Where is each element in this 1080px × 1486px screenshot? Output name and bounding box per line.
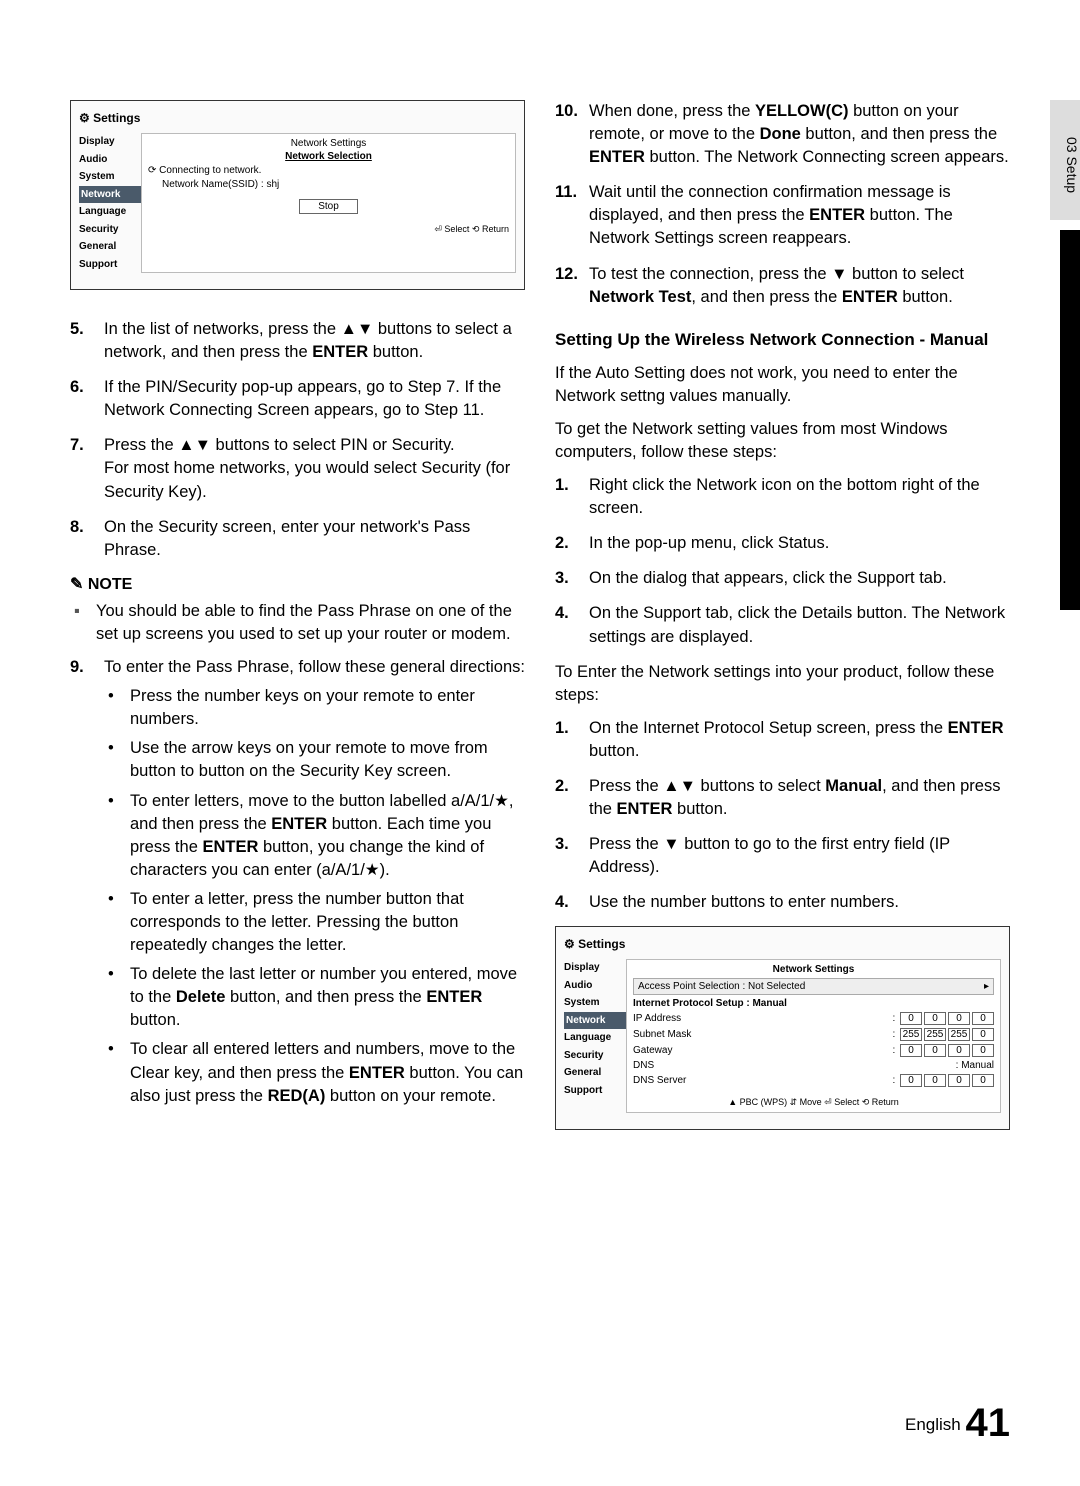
bullet-1: Press the number keys on your remote to … (104, 685, 525, 731)
screenshot-network-selection: Settings Display Audio System Network La… (70, 100, 525, 290)
para-3: To Enter the Network settings into your … (555, 661, 1010, 707)
step-7: 7.Press the ▲▼ buttons to select PIN or … (70, 434, 525, 503)
para-1: If the Auto Setting does not work, you n… (555, 362, 1010, 408)
ss2-footer: ▲ PBC (WPS) ⇵ Move ⏎ Select ⟲ Return (633, 1097, 994, 1108)
menu-security: Security (79, 221, 141, 239)
row-aps[interactable]: Access Point Selection : Not Selected▸ (633, 978, 994, 995)
menu-support: Support (79, 256, 141, 274)
row-dns-server: DNS Server : 0000 (633, 1074, 994, 1087)
ss1-footer: ⏎ Select ⟲ Return (148, 224, 509, 235)
right-column: 10.When done, press the YELLOW(C) button… (555, 100, 1010, 1158)
bullet-5: To delete the last letter or number you … (104, 963, 525, 1032)
para-2: To get the Network setting values from m… (555, 418, 1010, 464)
m2-general: General (564, 1064, 626, 1082)
menu-system: System (79, 168, 141, 186)
m2-system: System (564, 994, 626, 1012)
m2-audio: Audio (564, 977, 626, 995)
m2-language: Language (564, 1029, 626, 1047)
ss1-title: Settings (79, 111, 516, 125)
step-10: 10.When done, press the YELLOW(C) button… (555, 100, 1010, 169)
ss2-title: Settings (564, 937, 1001, 951)
ss2-panel: Network Settings Access Point Selection … (626, 959, 1001, 1113)
row-gateway: Gateway : 0000 (633, 1044, 994, 1057)
win-step-4: 4.On the Support tab, click the Details … (555, 602, 1010, 648)
prod-step-3: 3.Press the ▼ button to go to the first … (555, 833, 1010, 879)
ss1-connecting: ⟳ Connecting to network. (148, 165, 509, 176)
bullet-6: To clear all entered letters and numbers… (104, 1038, 525, 1107)
footer-lang: English (905, 1415, 961, 1434)
ss1-stop-button[interactable]: Stop (299, 199, 358, 214)
prod-step-2: 2.Press the ▲▼ buttons to select Manual,… (555, 775, 1010, 821)
step-9: 9. To enter the Pass Phrase, follow thes… (70, 656, 525, 1114)
win-step-3: 3.On the dialog that appears, click the … (555, 567, 1010, 590)
m2-security: Security (564, 1047, 626, 1065)
step-11: 11.Wait until the connection confirmatio… (555, 181, 1010, 250)
ss2-heading: Network Settings (633, 964, 994, 975)
m2-display: Display (564, 959, 626, 977)
win-step-1: 1.Right click the Network icon on the bo… (555, 474, 1010, 520)
left-column: Settings Display Audio System Network La… (70, 100, 525, 1158)
bullet-2: Use the arrow keys on your remote to mov… (104, 737, 525, 783)
ss2-menu: Display Audio System Network Language Se… (564, 959, 626, 1113)
row-dns: DNS: Manual (633, 1060, 994, 1071)
menu-general: General (79, 238, 141, 256)
page-footer: English 41 (905, 1401, 1010, 1446)
step-12: 12.To test the connection, press the ▼ b… (555, 263, 1010, 309)
menu-audio: Audio (79, 151, 141, 169)
prod-step-1: 1.On the Internet Protocol Setup screen,… (555, 717, 1010, 763)
bullet-4: To enter a letter, press the number butt… (104, 888, 525, 957)
ss1-heading: Network Settings (148, 138, 509, 149)
screenshot-manual-settings: Settings Display Audio System Network La… (555, 926, 1010, 1130)
step-8: 8.On the Security screen, enter your net… (70, 516, 525, 562)
step-6: 6.If the PIN/Security pop-up appears, go… (70, 376, 525, 422)
prod-step-4: 4.Use the number buttons to enter number… (555, 891, 1010, 914)
ss1-panel: Network Settings Network Selection ⟳ Con… (141, 133, 516, 273)
row-ip: IP Address : 0000 (633, 1012, 994, 1025)
m2-support: Support (564, 1082, 626, 1100)
ss1-menu: Display Audio System Network Language Se… (79, 133, 141, 273)
section-title-manual: Setting Up the Wireless Network Connecti… (555, 329, 1010, 352)
footer-page: 41 (966, 1401, 1011, 1445)
note-text: You should be able to find the Pass Phra… (70, 600, 525, 646)
m2-network: Network (564, 1012, 626, 1030)
ss1-sub: Network Selection (148, 151, 509, 162)
step-5: 5.In the list of networks, press the ▲▼ … (70, 318, 525, 364)
row-ips: Internet Protocol Setup : Manual (633, 998, 994, 1009)
note-heading: NOTE (70, 574, 525, 594)
menu-display: Display (79, 133, 141, 151)
bullet-3: To enter letters, move to the button lab… (104, 790, 525, 882)
win-step-2: 2.In the pop-up menu, click Status. (555, 532, 1010, 555)
ss1-ssid: Network Name(SSID) : shj (148, 179, 509, 190)
row-subnet: Subnet Mask : 2552552550 (633, 1028, 994, 1041)
menu-network: Network (79, 186, 141, 204)
page-content: Settings Display Audio System Network La… (0, 0, 1080, 1198)
menu-language: Language (79, 203, 141, 221)
